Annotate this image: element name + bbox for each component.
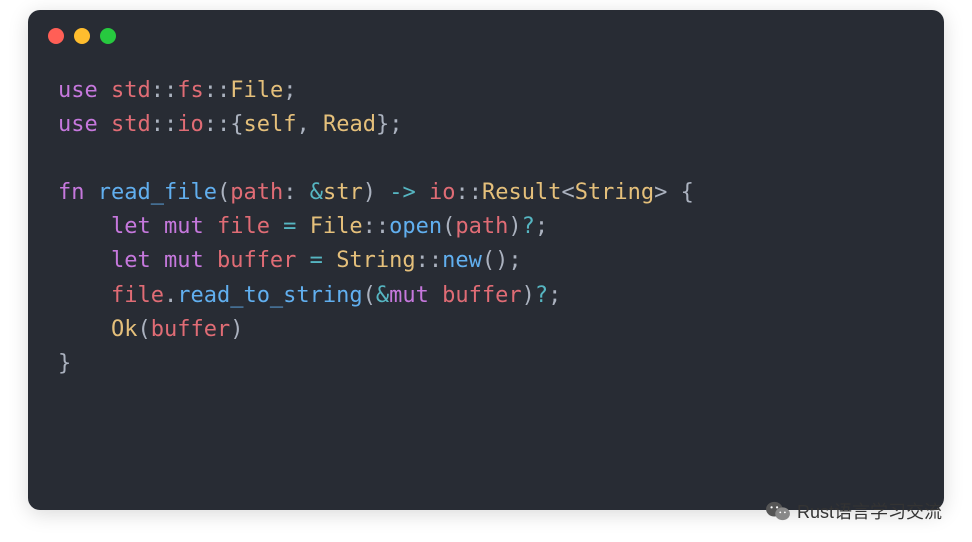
code-token: ::: [363, 214, 390, 239]
code-token: ?: [522, 214, 535, 239]
code-token: :: [283, 180, 310, 205]
code-token: io: [177, 112, 204, 137]
code-token: ,: [296, 112, 323, 137]
code-token: file: [217, 214, 270, 239]
code-token: &: [376, 283, 389, 308]
watermark-text: Rust语言学习交流: [797, 498, 942, 524]
code-token: mut: [164, 214, 217, 239]
code-token: read_file: [98, 180, 217, 205]
code-token: String: [336, 248, 415, 273]
code-token: std: [111, 78, 151, 103]
code-token: mut: [164, 248, 217, 273]
code-token: read_to_string: [177, 283, 362, 308]
wechat-icon: [765, 500, 791, 522]
code-line: file.read_to_string(&mut buffer)?;: [58, 279, 914, 313]
code-token: open: [389, 214, 442, 239]
code-token: .: [164, 283, 177, 308]
code-token: ::: [455, 180, 482, 205]
code-window: use std::fs::File;use std::io::{self, Re…: [28, 10, 944, 510]
close-icon: [48, 28, 64, 44]
code-token: mut: [389, 283, 442, 308]
code-token: [58, 214, 111, 239]
code-token: Ok: [111, 317, 138, 342]
code-token: str: [323, 180, 363, 205]
code-line: fn read_file(path: &str) -> io::Result<S…: [58, 176, 914, 210]
code-token: Result: [482, 180, 561, 205]
code-token: let: [111, 214, 164, 239]
code-token: fs: [177, 78, 204, 103]
code-token: ::: [204, 78, 231, 103]
code-token: ;: [548, 283, 561, 308]
code-token: [58, 248, 111, 273]
code-token: file: [111, 283, 164, 308]
code-token: {: [230, 112, 243, 137]
code-token: use: [58, 112, 111, 137]
code-line: let mut buffer = String::new();: [58, 244, 914, 278]
code-token: File: [310, 214, 363, 239]
code-token: ): [508, 214, 521, 239]
code-token: ::: [151, 78, 178, 103]
code-token: (: [363, 283, 376, 308]
code-line: let mut file = File::open(path)?;: [58, 210, 914, 244]
code-token: new: [442, 248, 482, 273]
code-token: path: [455, 214, 508, 239]
code-token: let: [111, 248, 164, 273]
code-token: ::: [151, 112, 178, 137]
code-token: ;: [283, 78, 296, 103]
code-token: =: [296, 248, 336, 273]
code-line: }: [58, 347, 914, 381]
code-token: String: [575, 180, 654, 205]
code-token: ?: [535, 283, 548, 308]
code-token: <: [561, 180, 574, 205]
code-token: [58, 317, 111, 342]
code-token: self: [243, 112, 296, 137]
window-titlebar: [28, 10, 944, 54]
code-token: (: [442, 214, 455, 239]
code-line: Ok(buffer): [58, 313, 914, 347]
code-token: Read: [323, 112, 376, 137]
code-line: [58, 142, 914, 176]
code-token: [58, 283, 111, 308]
code-token: ->: [389, 180, 429, 205]
minimize-icon: [74, 28, 90, 44]
code-token: ();: [482, 248, 522, 273]
code-token: buffer: [217, 248, 296, 273]
code-token: ;: [535, 214, 548, 239]
code-token: use: [58, 78, 111, 103]
code-token: (: [217, 180, 230, 205]
code-token: ): [363, 180, 390, 205]
code-token: };: [376, 112, 403, 137]
code-token: buffer: [151, 317, 230, 342]
code-token: path: [230, 180, 283, 205]
watermark: Rust语言学习交流: [765, 498, 942, 524]
code-token: ::: [416, 248, 443, 273]
code-token: &: [310, 180, 323, 205]
code-token: fn: [58, 180, 98, 205]
code-token: File: [230, 78, 283, 103]
code-token: (: [137, 317, 150, 342]
code-line: use std::fs::File;: [58, 74, 914, 108]
code-token: buffer: [442, 283, 521, 308]
code-token: > {: [654, 180, 694, 205]
code-token: std: [111, 112, 151, 137]
maximize-icon: [100, 28, 116, 44]
code-token: io: [429, 180, 456, 205]
code-token: ): [230, 317, 243, 342]
code-line: use std::io::{self, Read};: [58, 108, 914, 142]
code-block: use std::fs::File;use std::io::{self, Re…: [28, 54, 944, 401]
code-token: ): [522, 283, 535, 308]
code-token: =: [270, 214, 310, 239]
code-token: ::: [204, 112, 231, 137]
code-token: }: [58, 351, 71, 376]
